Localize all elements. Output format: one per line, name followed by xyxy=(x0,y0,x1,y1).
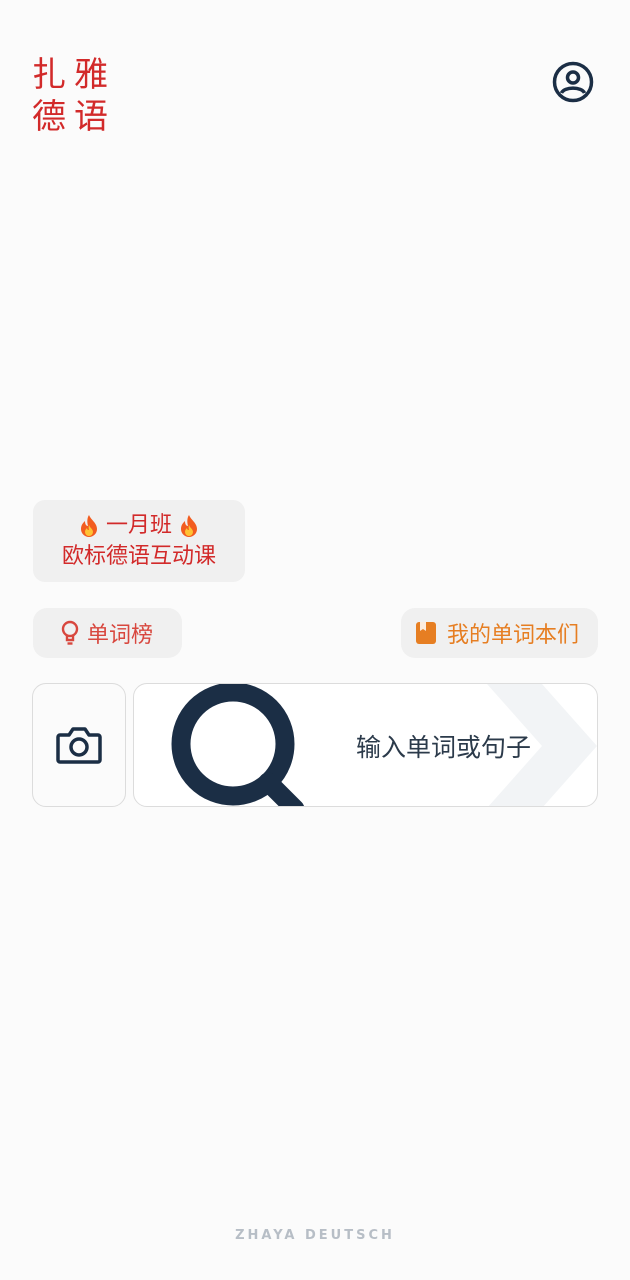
logo-char: 扎 xyxy=(32,55,66,95)
search-input[interactable]: 输入单词或句子 xyxy=(133,683,598,807)
camera-button[interactable] xyxy=(32,683,126,807)
home-screen: 扎 雅 德 语 一月班 欧标德语互动课 单词榜 我的单词本们 输入单词或句子 Z… xyxy=(0,0,630,1280)
search-placeholder: 输入单词或句子 xyxy=(356,733,532,762)
promo-course-button[interactable]: 一月班 欧标德语互动课 xyxy=(33,500,245,582)
logo-char: 语 xyxy=(74,97,108,137)
logo-char: 德 xyxy=(32,97,66,137)
word-ranking-label: 单词榜 xyxy=(87,623,154,648)
flame-icon xyxy=(181,514,197,537)
logo-char: 雅 xyxy=(74,55,108,95)
promo-title-row: 一月班 xyxy=(78,510,200,541)
camera-icon xyxy=(56,727,102,764)
user-circle-icon[interactable] xyxy=(552,61,594,103)
word-ranking-button[interactable]: 单词榜 xyxy=(33,608,182,658)
lightbulb-icon xyxy=(61,620,79,645)
my-notebooks-label: 我的单词本们 xyxy=(447,623,580,648)
my-notebooks-button[interactable]: 我的单词本们 xyxy=(401,608,598,658)
book-icon xyxy=(416,622,436,644)
flame-icon xyxy=(80,514,97,537)
promo-subtitle: 欧标德语互动课 xyxy=(61,544,216,569)
promo-title: 一月班 xyxy=(105,513,172,538)
magnifier-icon xyxy=(171,684,304,806)
footer-brand: ZHAYA DEUTSCH xyxy=(235,1228,395,1243)
app-logo: 扎 雅 德 语 xyxy=(32,56,116,136)
